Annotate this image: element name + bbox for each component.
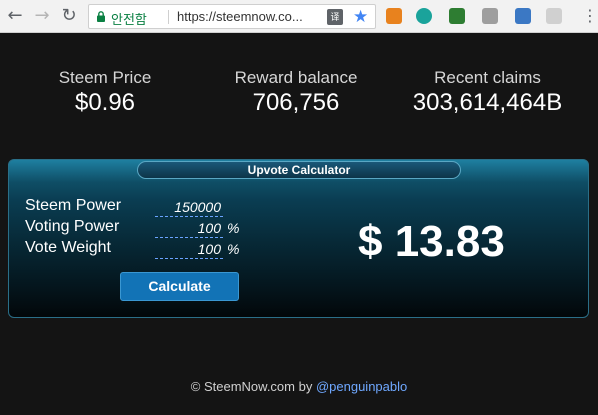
- stat-value: 303,614,464B: [412, 89, 563, 116]
- voting-power-unit: %: [227, 220, 240, 236]
- footer-text: © SteemNow.com by: [190, 379, 316, 394]
- text-extension-icon[interactable]: [482, 8, 498, 24]
- url-text[interactable]: https://steemnow.co...: [177, 9, 303, 24]
- stat-label: Recent claims: [434, 68, 541, 87]
- browser-menu-icon[interactable]: ⋮: [582, 5, 598, 27]
- stat-reward-balance: Reward balance 706,756: [216, 68, 376, 118]
- vote-weight-unit: %: [227, 241, 240, 257]
- steem-power-label: Steem Power: [25, 197, 122, 214]
- stat-value: $0.96: [74, 89, 136, 116]
- address-bar[interactable]: 안전함 https://steemnow.co... 译 ★: [88, 4, 376, 29]
- stat-value: 706,756: [252, 89, 340, 116]
- author-link[interactable]: @penguinpablo: [316, 379, 407, 394]
- vote-weight-label: Vote Weight: [25, 239, 111, 256]
- chart-extension-icon[interactable]: [449, 8, 465, 24]
- forward-button[interactable]: →: [31, 5, 53, 27]
- bookmark-star-icon[interactable]: ★: [353, 7, 368, 27]
- omnibox-divider: [168, 10, 169, 24]
- panel-title: Upvote Calculator: [247, 163, 351, 177]
- voting-power-label: Voting Power: [25, 218, 120, 235]
- calculate-button[interactable]: Calculate: [120, 272, 239, 301]
- panel-header: Upvote Calculator: [137, 161, 461, 179]
- back-button[interactable]: ←: [4, 5, 26, 27]
- metamask-extension-icon[interactable]: [386, 8, 402, 24]
- stat-label: Reward balance: [234, 68, 358, 87]
- upvote-value-result: $ 13.83: [358, 217, 505, 266]
- footer: © SteemNow.com by @penguinpablo: [0, 379, 598, 394]
- stat-steem-price: Steem Price $0.96: [40, 68, 170, 118]
- lock-icon: [97, 11, 105, 22]
- browser-toolbar: ← → ↻ 안전함 https://steemnow.co... 译 ★ ⋮: [0, 0, 598, 33]
- upvote-calculator-panel: Upvote Calculator Steem Power Voting Pow…: [8, 159, 589, 318]
- steem-power-input[interactable]: [155, 198, 223, 217]
- steem-extension-icon[interactable]: [416, 8, 432, 24]
- translate-icon[interactable]: 译: [327, 9, 343, 25]
- voting-power-input[interactable]: [155, 219, 223, 238]
- reload-button[interactable]: ↻: [58, 5, 80, 27]
- vote-weight-input[interactable]: [155, 240, 223, 259]
- generic-extension-icon[interactable]: [546, 8, 562, 24]
- translate-extension-icon[interactable]: [515, 8, 531, 24]
- stat-label: Steem Price: [58, 68, 152, 87]
- stat-recent-claims: Recent claims 303,614,464B: [400, 68, 575, 118]
- secure-label: 안전함: [111, 13, 147, 28]
